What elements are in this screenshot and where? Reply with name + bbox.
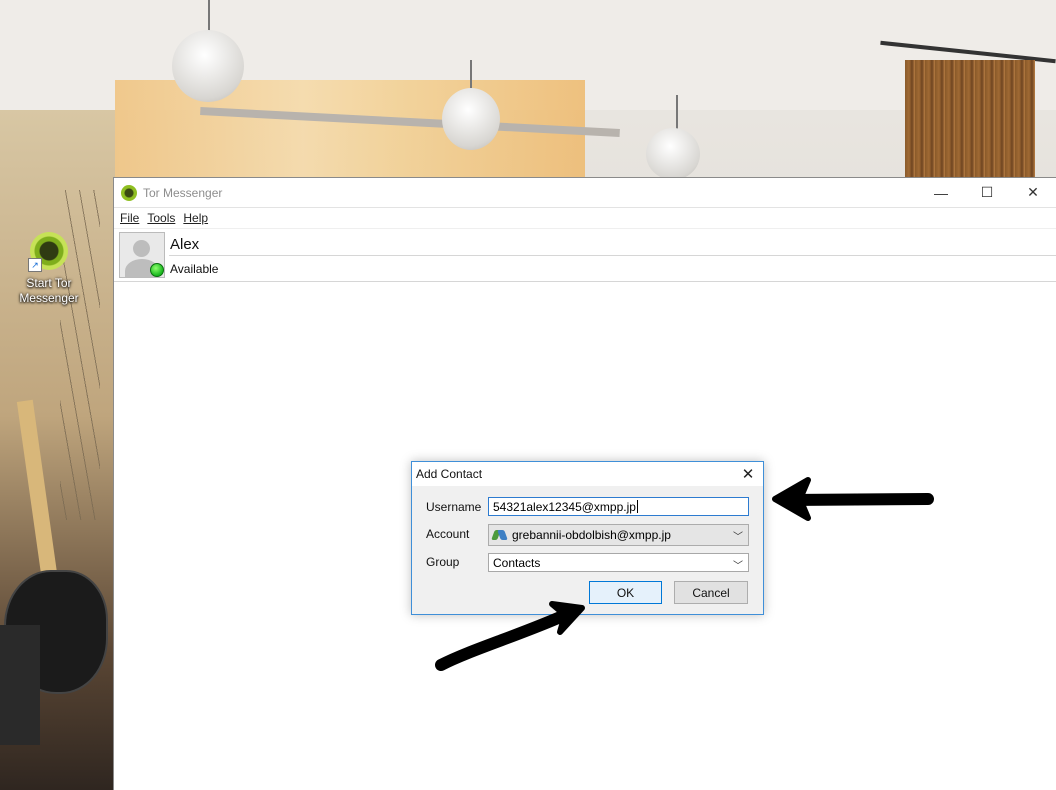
account-label: Account: [426, 527, 470, 541]
dialog-title: Add Contact: [416, 467, 483, 481]
xmpp-account-icon: [493, 529, 507, 541]
title-bar[interactable]: Tor Messenger — ☐ ✕: [114, 178, 1056, 208]
app-icon: [121, 184, 137, 201]
window-title: Tor Messenger: [143, 185, 223, 200]
wallpaper-curtain-right: [905, 60, 1035, 180]
wallpaper-amp: [0, 625, 40, 745]
menu-help-label: Help: [183, 211, 209, 225]
wallpaper-lamp: [646, 128, 700, 180]
menu-file-label: File: [120, 211, 140, 225]
menu-bar: File Tools Help: [114, 208, 1056, 229]
minimize-button[interactable]: —: [918, 178, 964, 207]
profile-name[interactable]: Alex: [170, 236, 199, 253]
maximize-button[interactable]: ☐: [964, 178, 1010, 207]
chevron-down-icon: ﹀: [733, 561, 743, 572]
account-select-value: grebannii-obdolbish@xmpp.jp: [512, 528, 671, 542]
profile-header: Alex Available: [114, 229, 1056, 282]
wallpaper-lamp: [172, 30, 244, 102]
desktop-shortcut-label-line2: Messenger: [19, 291, 79, 305]
menu-tools-label: Tools: [147, 211, 176, 225]
add-contact-dialog: Add Contact ✕ Username 54321alex12345@xm…: [411, 461, 764, 615]
account-select[interactable]: grebannii-obdolbish@xmpp.jp ﹀: [488, 524, 749, 546]
username-input[interactable]: 54321alex12345@xmpp.jp: [488, 497, 749, 516]
menu-help[interactable]: Help: [183, 211, 208, 225]
close-button[interactable]: ✕: [1010, 178, 1056, 207]
dialog-close-icon[interactable]: ✕: [733, 465, 763, 483]
cancel-button[interactable]: Cancel: [674, 581, 748, 604]
presence-available-icon[interactable]: [150, 263, 164, 277]
text-cursor: [636, 500, 638, 513]
group-select-value: Contacts: [493, 555, 541, 570]
group-label: Group: [426, 555, 460, 569]
menu-tools[interactable]: Tools: [147, 211, 175, 225]
menu-file[interactable]: File: [120, 211, 139, 225]
username-input-value: 54321alex12345@xmpp.jp: [493, 499, 636, 514]
desktop-shortcut-label-line1: Start Tor: [26, 276, 72, 290]
group-select[interactable]: Contacts ﹀: [488, 553, 749, 572]
wallpaper-lamp: [442, 88, 500, 150]
ok-button[interactable]: OK: [589, 581, 662, 604]
status-selector[interactable]: Available: [170, 262, 218, 276]
username-label: Username: [426, 500, 482, 514]
dialog-title-bar[interactable]: Add Contact ✕: [412, 462, 763, 486]
shortcut-arrow-icon: ↗: [28, 258, 42, 272]
desktop-shortcut-tor-messenger[interactable]: ↗ Start Tor Messenger: [14, 232, 84, 306]
tor-messenger-logo-icon: ↗: [28, 232, 68, 272]
chevron-down-icon: ﹀: [733, 532, 743, 543]
